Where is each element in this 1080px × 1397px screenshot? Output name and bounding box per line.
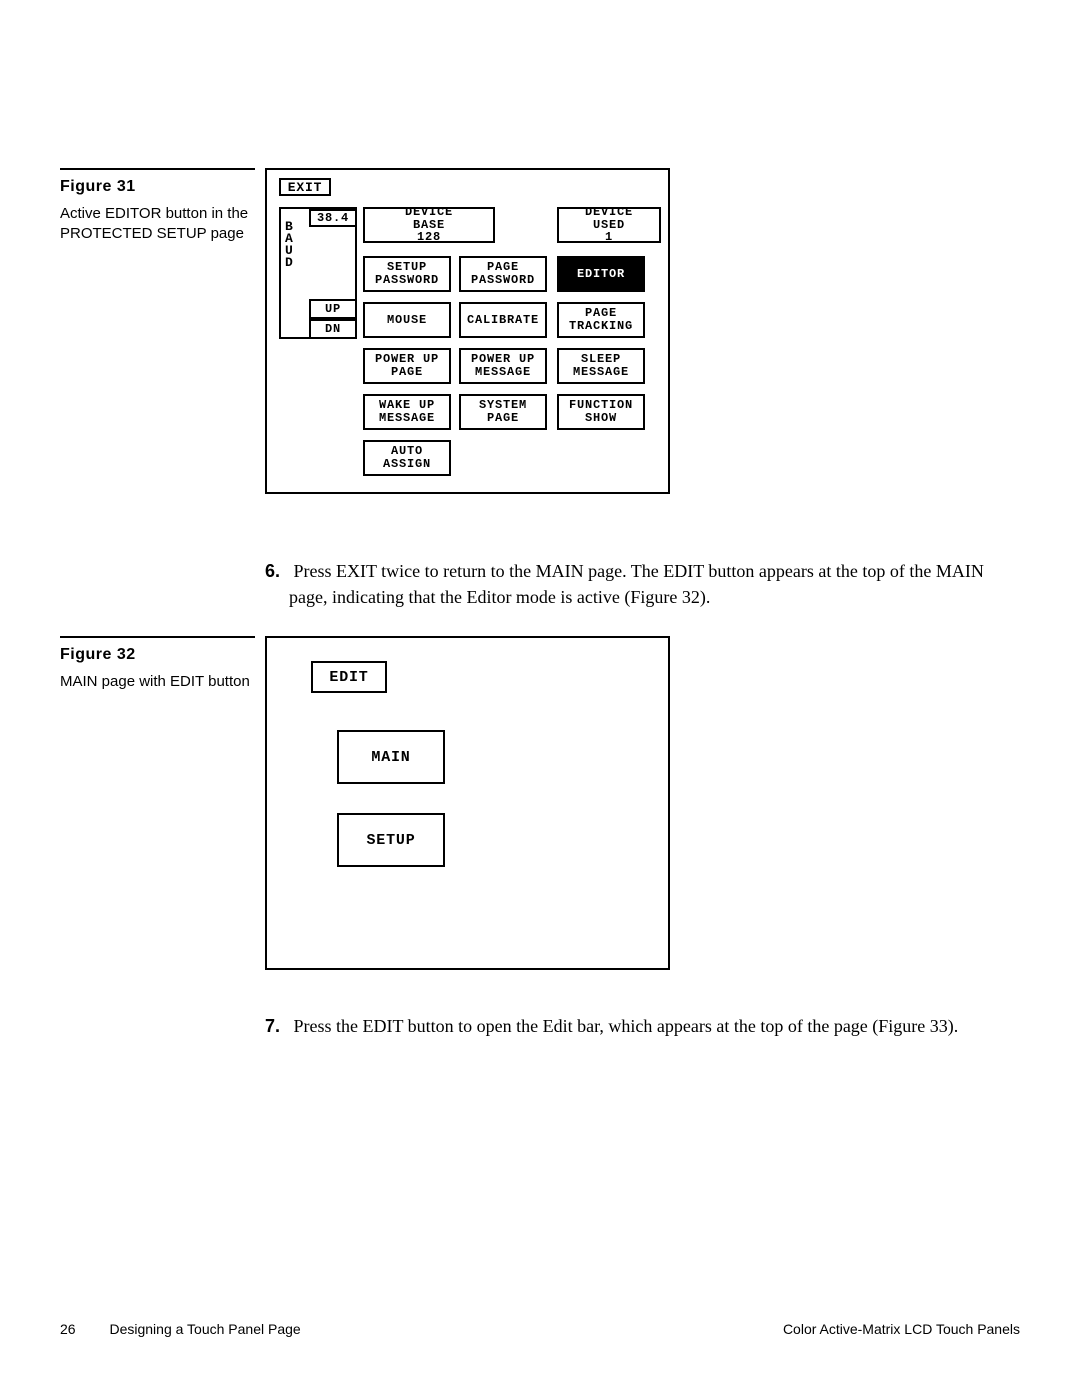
exit-button[interactable]: EXIT: [279, 178, 331, 196]
setup-password-button[interactable]: SETUPPASSWORD: [363, 256, 451, 292]
baud-control: 38.4 B A U D UP DN: [279, 207, 357, 339]
baud-dn-button[interactable]: DN: [309, 319, 357, 339]
wake-up-message-button[interactable]: WAKE UPMESSAGE: [363, 394, 451, 430]
calibrate-button[interactable]: CALIBRATE: [459, 302, 547, 338]
page-number: 26: [60, 1321, 76, 1337]
figure32-sidebar: Figure 32 MAIN page with EDIT button: [60, 636, 255, 692]
manual-page: Figure 31 Active EDITOR button in the PR…: [0, 0, 1080, 1397]
footer-left: 26 Designing a Touch Panel Page: [60, 1321, 301, 1337]
editor-button[interactable]: EDITOR: [557, 256, 645, 292]
system-page-button[interactable]: SYSTEMPAGE: [459, 394, 547, 430]
power-up-page-button[interactable]: POWER UPPAGE: [363, 348, 451, 384]
main-screen: EDIT MAIN SETUP: [265, 636, 670, 970]
setup-button[interactable]: SETUP: [337, 813, 445, 867]
device-base-button[interactable]: DEVICEBASE 128: [363, 207, 495, 243]
mouse-button[interactable]: MOUSE: [363, 302, 451, 338]
step-7-text: Press the EDIT button to open the Edit b…: [294, 1016, 959, 1036]
baud-value: 38.4: [309, 209, 357, 227]
step-7: 7. Press the EDIT button to open the Edi…: [265, 1013, 1000, 1039]
auto-assign-button[interactable]: AUTOASSIGN: [363, 440, 451, 476]
sidebar-rule: [60, 168, 255, 170]
device-base-value: 128: [417, 231, 441, 244]
figure32-caption: MAIN page with EDIT button: [60, 672, 255, 692]
page-footer: 26 Designing a Touch Panel Page Color Ac…: [60, 1321, 1020, 1337]
device-used-label: DEVICEUSED: [585, 206, 633, 231]
device-base-label: DEVICEBASE: [405, 206, 453, 231]
page-tracking-button[interactable]: PAGETRACKING: [557, 302, 645, 338]
main-button[interactable]: MAIN: [337, 730, 445, 784]
figure31-caption: Active EDITOR button in the PROTECTED SE…: [60, 204, 255, 245]
sidebar-rule: [60, 636, 255, 638]
protected-setup-screen: EXIT 38.4 B A U D UP DN DEVICEBASE 128 D…: [265, 168, 670, 494]
figure31-sidebar: Figure 31 Active EDITOR button in the PR…: [60, 168, 255, 245]
edit-button[interactable]: EDIT: [311, 661, 387, 693]
power-up-message-button[interactable]: POWER UPMESSAGE: [459, 348, 547, 384]
step-6-text: Press EXIT twice to return to the MAIN p…: [289, 561, 984, 607]
sleep-message-button[interactable]: SLEEPMESSAGE: [557, 348, 645, 384]
device-used-button[interactable]: DEVICEUSED 1: [557, 207, 661, 243]
baud-label: B A U D: [285, 221, 294, 269]
baud-letter: D: [285, 257, 294, 269]
page-password-button[interactable]: PAGEPASSWORD: [459, 256, 547, 292]
function-show-button[interactable]: FUNCTIONSHOW: [557, 394, 645, 430]
figure31-label: Figure 31: [60, 178, 255, 196]
baud-up-button[interactable]: UP: [309, 299, 357, 319]
footer-right: Color Active-Matrix LCD Touch Panels: [783, 1321, 1020, 1337]
footer-section-title: Designing a Touch Panel Page: [109, 1321, 300, 1337]
step-6: 6. Press EXIT twice to return to the MAI…: [265, 558, 1000, 610]
figure32-label: Figure 32: [60, 646, 255, 664]
step-6-number: 6.: [265, 558, 289, 584]
step-7-number: 7.: [265, 1013, 289, 1039]
device-used-value: 1: [605, 231, 613, 244]
